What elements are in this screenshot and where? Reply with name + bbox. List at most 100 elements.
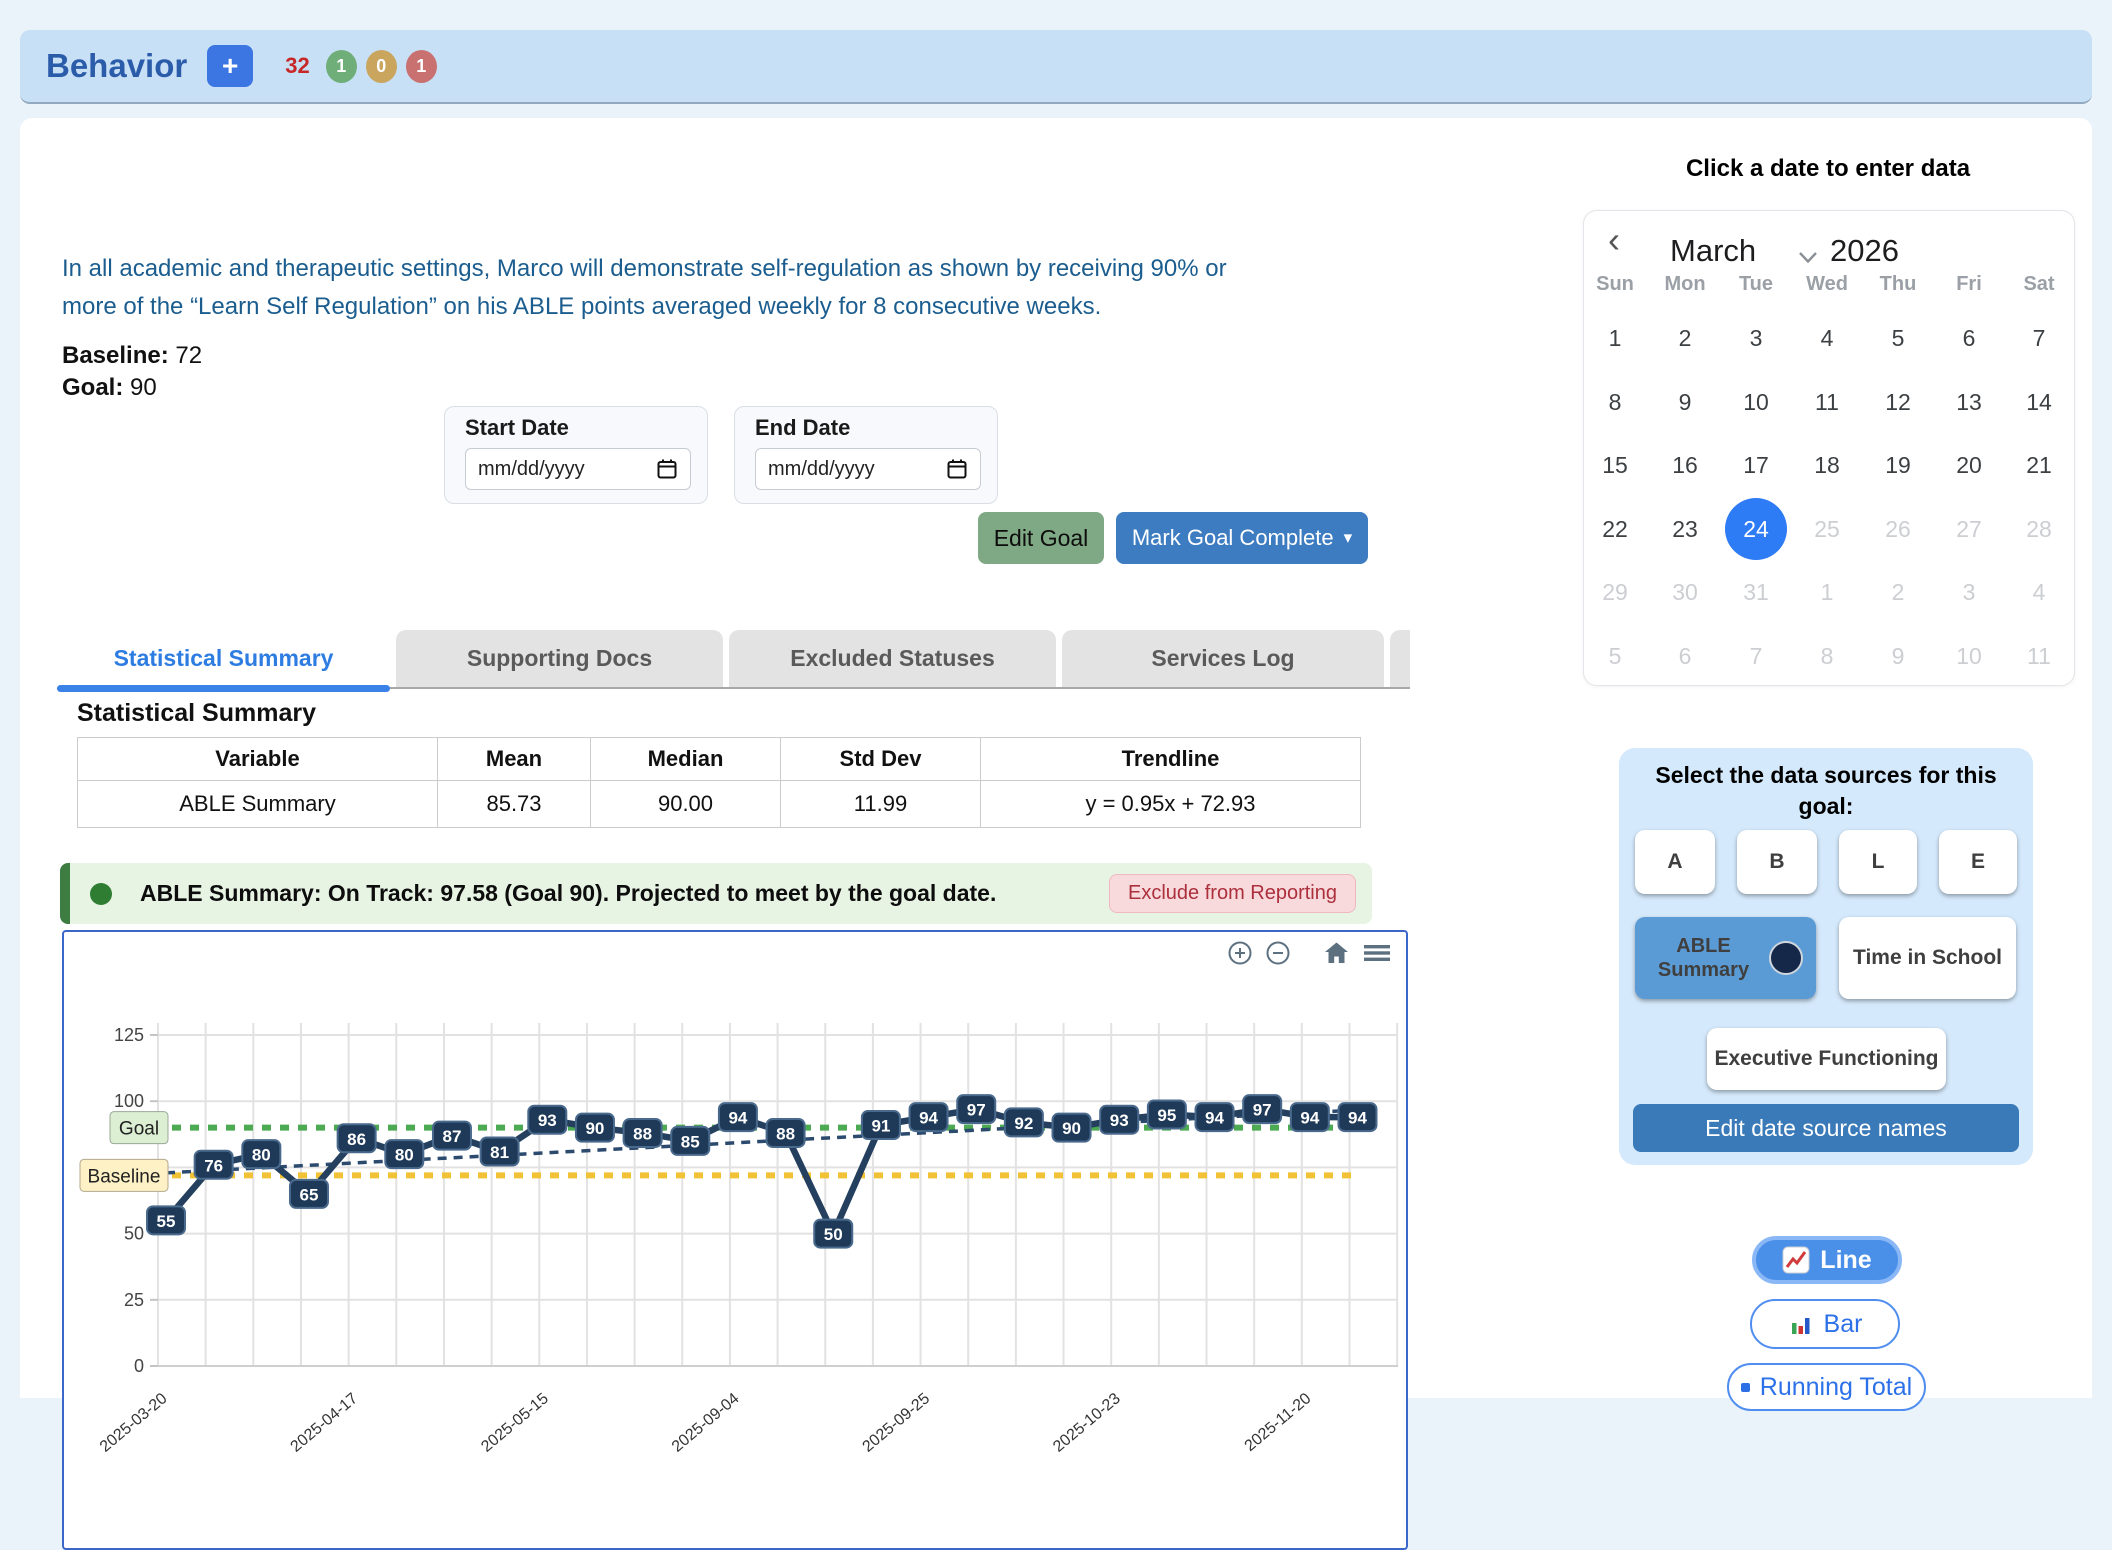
calendar-day[interactable]: 2	[1654, 308, 1716, 370]
calendar-day[interactable]: 23	[1654, 498, 1716, 560]
calendar-day[interactable]: 12	[1867, 371, 1929, 433]
calendar-day[interactable]: 4	[1796, 308, 1858, 370]
data-point[interactable]: 93	[528, 1106, 566, 1134]
calendar-day[interactable]: 18	[1796, 435, 1858, 497]
calendar-day[interactable]: 20	[1938, 435, 2000, 497]
source-button-executive-functioning[interactable]: Executive Functioning	[1707, 1028, 1946, 1090]
calendar-icon[interactable]	[656, 458, 678, 480]
calendar-day[interactable]: 13	[1938, 371, 2000, 433]
svg-text:87: 87	[442, 1127, 461, 1146]
start-date-placeholder: mm/dd/yyyy	[478, 458, 585, 481]
data-point[interactable]: 94	[1291, 1103, 1329, 1131]
goal-description: In all academic and therapeutic settings…	[62, 250, 1227, 326]
calendar-day[interactable]: 9	[1654, 371, 1716, 433]
data-point[interactable]: 88	[624, 1119, 662, 1147]
svg-text:2025-03-20: 2025-03-20	[97, 1390, 171, 1456]
data-point[interactable]: 94	[1339, 1103, 1377, 1131]
data-point[interactable]: 91	[862, 1111, 900, 1139]
svg-text:65: 65	[300, 1185, 319, 1204]
calendar-month[interactable]: March	[1670, 233, 1756, 269]
calendar-day[interactable]: 3	[1725, 308, 1787, 370]
edit-data-source-names-button[interactable]: Edit date source names	[1633, 1104, 2019, 1152]
data-point[interactable]: 94	[910, 1103, 948, 1131]
mark-goal-complete-button[interactable]: Mark Goal Complete ▾	[1116, 512, 1368, 564]
source-button-able-summary[interactable]: ABLE Summary	[1635, 917, 1816, 999]
calendar-day[interactable]: 15	[1584, 435, 1646, 497]
calendar-day[interactable]: 5	[1867, 308, 1929, 370]
calendar-day[interactable]: 8	[1584, 371, 1646, 433]
data-point[interactable]: 88	[767, 1119, 805, 1147]
source-button-b[interactable]: B	[1737, 830, 1817, 894]
tab-statistical-summary[interactable]: Statistical Summary	[57, 630, 390, 687]
home-icon[interactable]	[1323, 940, 1350, 966]
data-point[interactable]: 55	[147, 1206, 185, 1234]
chart-type-bar-button[interactable]: Bar	[1750, 1299, 1900, 1349]
tab-services-log[interactable]: Services Log	[1062, 630, 1384, 687]
status-dot-icon	[90, 883, 112, 905]
calendar-day[interactable]: 11	[1796, 371, 1858, 433]
data-point[interactable]: 90	[576, 1114, 614, 1142]
data-point[interactable]: 65	[290, 1180, 328, 1208]
zoom-in-icon[interactable]	[1227, 940, 1253, 966]
calendar-day[interactable]: 1	[1584, 308, 1646, 370]
calendar-day: 28	[2008, 498, 2070, 560]
previous-month-icon[interactable]: ‹	[1608, 219, 1620, 261]
data-point[interactable]: 81	[481, 1138, 519, 1166]
end-date-input[interactable]: mm/dd/yyyy	[755, 448, 981, 490]
tab-supporting-docs[interactable]: Supporting Docs	[396, 630, 723, 687]
data-point[interactable]: 86	[338, 1124, 376, 1152]
calendar-day-selected[interactable]: 24	[1725, 498, 1787, 560]
source-button-e[interactable]: E	[1939, 830, 2017, 894]
start-date-input[interactable]: mm/dd/yyyy	[465, 448, 691, 490]
zoom-out-icon[interactable]	[1265, 940, 1291, 966]
baseline-line-label: Baseline	[80, 1159, 168, 1191]
calendar-day[interactable]: 10	[1725, 371, 1787, 433]
calendar-day[interactable]: 16	[1654, 435, 1716, 497]
data-point[interactable]: 80	[242, 1140, 280, 1168]
calendar-day[interactable]: 7	[2008, 308, 2070, 370]
calendar-day[interactable]: 17	[1725, 435, 1787, 497]
data-point[interactable]: 95	[1148, 1100, 1186, 1128]
calendar-day[interactable]: 22	[1584, 498, 1646, 560]
calendar-day[interactable]: 19	[1867, 435, 1929, 497]
data-point[interactable]: 97	[1243, 1095, 1281, 1123]
svg-text:Goal: Goal	[119, 1119, 159, 1140]
add-goal-button[interactable]: +	[207, 45, 253, 87]
calendar-day[interactable]: 14	[2008, 371, 2070, 433]
svg-text:76: 76	[204, 1156, 223, 1175]
chart-type-running-total-button[interactable]: Running Total	[1727, 1363, 1926, 1411]
calendar-icon[interactable]	[946, 458, 968, 480]
calendar-weekday: Sun	[1584, 273, 1646, 296]
edit-goal-button[interactable]: Edit Goal	[978, 512, 1104, 564]
data-point[interactable]: 97	[957, 1095, 995, 1123]
svg-text:55: 55	[157, 1212, 176, 1231]
menu-icon[interactable]	[1362, 940, 1392, 966]
svg-text:94: 94	[1348, 1109, 1367, 1128]
svg-text:125: 125	[114, 1025, 144, 1045]
svg-text:90: 90	[1062, 1119, 1081, 1138]
data-point[interactable]: 80	[385, 1140, 423, 1168]
data-point[interactable]: 92	[1005, 1108, 1043, 1136]
data-point[interactable]: 94	[719, 1103, 757, 1131]
calendar-day: 10	[1938, 625, 2000, 687]
source-button-l[interactable]: L	[1839, 830, 1917, 894]
data-point[interactable]: 50	[814, 1220, 852, 1248]
calendar-day: 2	[1867, 562, 1929, 624]
col-variable: Variable	[78, 738, 438, 781]
source-button-time-in-school[interactable]: Time in School	[1839, 917, 2016, 999]
chevron-down-icon[interactable]	[1798, 251, 1818, 269]
data-point[interactable]: 93	[1100, 1106, 1138, 1134]
calendar-day: 11	[2008, 625, 2070, 687]
chart-type-line-button[interactable]: Line	[1752, 1236, 1902, 1284]
exclude-from-reporting-button[interactable]: Exclude from Reporting	[1109, 874, 1356, 913]
calendar-day[interactable]: 21	[2008, 435, 2070, 497]
calendar-day[interactable]: 6	[1938, 308, 2000, 370]
data-point[interactable]: 87	[433, 1122, 471, 1150]
data-point[interactable]: 94	[1196, 1103, 1234, 1131]
source-button-a[interactable]: A	[1635, 830, 1715, 894]
start-date-label: Start Date	[465, 415, 707, 441]
tab-excluded-statuses[interactable]: Excluded Statuses	[729, 630, 1056, 687]
data-point[interactable]: 90	[1053, 1114, 1091, 1142]
data-point[interactable]: 85	[671, 1127, 709, 1155]
data-point[interactable]: 76	[195, 1151, 233, 1179]
